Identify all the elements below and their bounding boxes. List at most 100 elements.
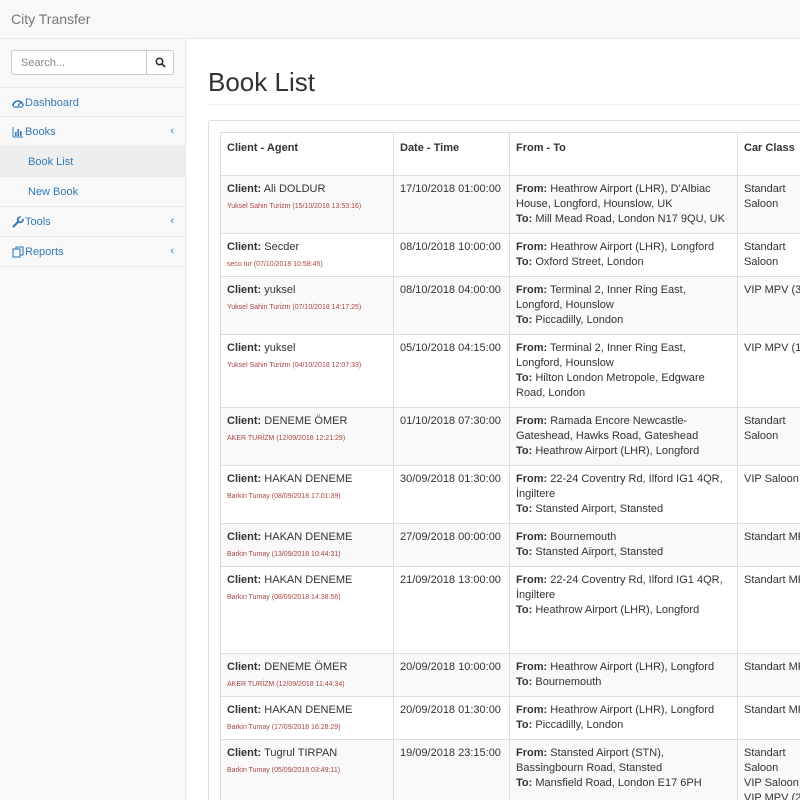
- agent-info: Yuksel Sahin Turizm (04/10/2018 12:07:33…: [227, 362, 362, 369]
- to-label: To:: [516, 604, 533, 616]
- page-title: Book List: [208, 67, 315, 97]
- column-header-car-class[interactable]: Car Class: [737, 132, 800, 176]
- date-time-cell: 05/10/2018 04:15:00: [393, 334, 510, 408]
- app-brand[interactable]: City Transfer: [11, 11, 90, 27]
- column-header-from-to[interactable]: From - To: [509, 132, 738, 176]
- agent-info: AKER TURİZM (12/09/2018 12:21:29): [227, 435, 346, 442]
- client-label: Client:: [227, 415, 262, 427]
- table-row[interactable]: Client: yuksel Yuksel Sahin Turizm (04/10…: [220, 334, 800, 408]
- column-header-date-time[interactable]: Date - Time: [393, 132, 510, 176]
- car-class-cell: VIP MPV (3): [737, 276, 800, 335]
- date-time-cell: 01/10/2018 07:30:00: [393, 407, 510, 466]
- sidebar-item-reports[interactable]: Reports ‹: [0, 237, 185, 267]
- to-value: Piccadilly, London: [535, 314, 624, 326]
- table-row[interactable]: Client: HAKAN DENEME Barkin Tumay (13/09/…: [220, 523, 800, 567]
- to-value: Heathrow Airport (LHR), Longford: [535, 604, 700, 616]
- car-class-cell: VIP Saloon (: [737, 465, 800, 524]
- client-name: Secder: [264, 241, 300, 253]
- to-label: To:: [516, 777, 533, 789]
- sidebar-item-books[interactable]: Books ‹: [0, 117, 185, 147]
- from-label: From:: [516, 342, 548, 354]
- client-name: yuksel: [264, 284, 296, 296]
- sidebar: Dashboard Books ‹ Book List New Book Too…: [0, 39, 186, 800]
- to-value: Stansted Airport, Stansted: [535, 546, 664, 558]
- from-label: From:: [516, 574, 548, 586]
- to-value: Mill Mead Road, London N17 9QU, UK: [535, 213, 725, 225]
- date-time-cell: 20/09/2018 10:00:00: [393, 653, 510, 697]
- date-time-cell: 08/10/2018 04:00:00: [393, 276, 510, 335]
- agent-info: Yuksel Sahin Turizm (15/10/2018 13:53:16…: [227, 203, 362, 210]
- to-label: To:: [516, 676, 533, 688]
- to-label: To:: [516, 372, 533, 384]
- from-label: From:: [516, 747, 548, 759]
- sidebar-item-label: New Book: [28, 186, 79, 198]
- to-value: Hilton London Metropole, Edgware Road, L…: [516, 372, 705, 399]
- client-name: Ali DOLDUR: [263, 183, 326, 195]
- table-row[interactable]: Client: Tugrul TIRPAN Barkin Tumay (05/09…: [220, 739, 800, 800]
- car-class-cell: VIP MPV (1): [737, 334, 800, 408]
- table-row[interactable]: Client: Secder seco tur (07/10/2018 10:58…: [220, 233, 800, 277]
- from-value: 22-24 Coventry Rd, Ilford IG1 4QR, İngil…: [516, 574, 723, 601]
- client-label: Client:: [227, 183, 262, 195]
- sidebar-item-label: Book List: [28, 156, 74, 168]
- client-agent-cell: Client: DENEME ÖMER AKER TURİZM (12/09/20…: [220, 653, 394, 697]
- agent-info: seco tur (07/10/2018 10:58:45): [227, 261, 323, 268]
- table-row[interactable]: Client: HAKAN DENEME Barkin Tumay (17/09/…: [220, 696, 800, 740]
- to-label: To:: [516, 213, 533, 225]
- car-class-cell: Standart Saloon: [737, 175, 800, 234]
- client-agent-cell: Client: yuksel Yuksel Sahin Turizm (04/10…: [220, 334, 394, 408]
- from-to-cell: From: Heathrow Airport (LHR), Longford To…: [509, 233, 738, 277]
- client-name: DENEME ÖMER: [264, 661, 348, 673]
- from-label: From:: [516, 661, 548, 673]
- agent-info: Yuksel Sahin Turizm (07/10/2018 14:17:25…: [227, 304, 362, 311]
- agent-info: AKER TURİZM (12/09/2018 11:44:34): [227, 681, 345, 688]
- sidebar-item-dashboard[interactable]: Dashboard: [0, 87, 185, 117]
- sidebar-item-label: Tools: [25, 216, 51, 228]
- table-header-row: Client - Agent Date - Time From - To Car…: [220, 132, 800, 176]
- chevron-left-icon: ‹: [170, 125, 174, 137]
- search-input[interactable]: [11, 50, 147, 75]
- from-label: From:: [516, 415, 548, 427]
- sidebar-item-new-book[interactable]: New Book: [0, 177, 185, 207]
- to-label: To:: [516, 503, 533, 515]
- client-name: HAKAN DENEME: [264, 704, 353, 716]
- client-label: Client:: [227, 473, 262, 485]
- dashboard-icon: [12, 100, 24, 108]
- date-time-cell: 08/10/2018 10:00:00: [393, 233, 510, 277]
- client-agent-cell: Client: yuksel Yuksel Sahin Turizm (07/10…: [220, 276, 394, 335]
- car-class-cell: Standart MPV: [737, 696, 800, 740]
- from-value: Heathrow Airport (LHR), Longford: [550, 704, 715, 716]
- from-to-cell: From: Heathrow Airport (LHR), Longford To…: [509, 696, 738, 740]
- table-row[interactable]: Client: HAKAN DENEME Barkin Tumay (08/09/…: [220, 566, 800, 654]
- sidebar-item-book-list[interactable]: Book List: [0, 147, 185, 177]
- table-row[interactable]: Client: yuksel Yuksel Sahin Turizm (07/10…: [220, 276, 800, 335]
- table-row[interactable]: Client: DENEME ÖMER AKER TURİZM (12/09/20…: [220, 407, 800, 466]
- date-time-cell: 20/09/2018 01:30:00: [393, 696, 510, 740]
- sidebar-menu: Dashboard Books ‹ Book List New Book Too…: [0, 87, 185, 267]
- client-label: Client:: [227, 574, 262, 586]
- search-button[interactable]: [146, 50, 174, 75]
- table-row[interactable]: Client: DENEME ÖMER AKER TURİZM (12/09/20…: [220, 653, 800, 697]
- table-row[interactable]: Client: Ali DOLDUR Yuksel Sahin Turizm (1…: [220, 175, 800, 234]
- files-icon: [12, 246, 24, 258]
- from-label: From:: [516, 473, 548, 485]
- from-to-cell: From: Stansted Airport (STN), Bassingbou…: [509, 739, 738, 800]
- search-icon: [154, 57, 166, 68]
- sidebar-item-tools[interactable]: Tools ‹: [0, 207, 185, 237]
- sidebar-item-label: Dashboard: [25, 97, 79, 109]
- to-label: To:: [516, 546, 533, 558]
- agent-info: Barkin Tumay (08/09/2018 17:01:39): [227, 493, 341, 500]
- client-label: Client:: [227, 342, 262, 354]
- from-label: From:: [516, 704, 548, 716]
- from-value: Heathrow Airport (LHR), Longford: [550, 241, 715, 253]
- from-value: Heathrow Airport (LHR), Longford: [550, 661, 715, 673]
- book-list-panel: Client - Agent Date - Time From - To Car…: [208, 120, 800, 800]
- column-header-client-agent[interactable]: Client - Agent: [220, 132, 394, 176]
- to-value: Bournemouth: [535, 676, 602, 688]
- client-name: yuksel: [264, 342, 296, 354]
- from-label: From:: [516, 183, 548, 195]
- from-label: From:: [516, 241, 548, 253]
- to-value: Piccadilly, London: [535, 719, 624, 731]
- table-row[interactable]: Client: HAKAN DENEME Barkin Tumay (08/09/…: [220, 465, 800, 524]
- from-to-cell: From: Terminal 2, Inner Ring East, Longf…: [509, 276, 738, 335]
